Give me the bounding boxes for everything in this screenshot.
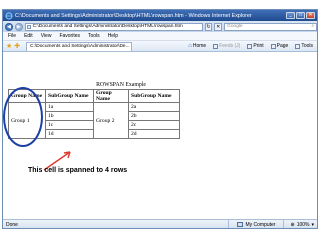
search-icon[interactable]: ⌕ xyxy=(311,24,314,30)
status-text: Done xyxy=(6,221,18,228)
menu-file[interactable]: File xyxy=(8,33,16,39)
group2-cell: Group 2 xyxy=(93,102,129,139)
feeds-label: Feeds (J) xyxy=(219,43,241,49)
home-icon: ⌂ xyxy=(188,42,192,49)
menu-help[interactable]: Help xyxy=(108,33,118,39)
table-caption: ROWSPAN Example xyxy=(96,82,146,88)
page-menu-icon xyxy=(270,43,276,49)
subgroup-cell: 1d xyxy=(45,129,94,139)
home-button[interactable]: ⌂ Home xyxy=(188,42,207,50)
stop-button[interactable]: ✕ xyxy=(214,22,223,31)
add-favorites-icon[interactable]: ✚ xyxy=(14,43,20,50)
subgroup-cell: 2a xyxy=(128,102,180,112)
zoom-label: 100% xyxy=(296,221,310,228)
forward-button[interactable]: ▶ xyxy=(14,22,23,31)
subgroup-cell: 2c xyxy=(128,120,180,130)
address-text: C:\Documents and Settings\Administrator\… xyxy=(32,23,183,29)
security-zone[interactable]: My Computer xyxy=(228,220,283,228)
subgroup-cell: 2d xyxy=(128,129,180,139)
print-label: Print xyxy=(253,43,264,49)
page-icon xyxy=(26,24,31,29)
feeds-icon xyxy=(213,43,219,49)
subgroup-cell: 1a xyxy=(45,102,94,112)
address-input[interactable]: C:\Documents and Settings\Administrator\… xyxy=(24,22,203,31)
feeds-button[interactable]: Feeds (J) xyxy=(213,43,240,49)
ie-logo-icon xyxy=(5,11,13,20)
header-subgroup-name-2: SubGroup Name xyxy=(128,89,180,103)
window-title: C:\Documents and Settings\Administrator\… xyxy=(15,12,252,19)
zoom-dropdown-icon[interactable]: ▾ xyxy=(311,222,314,228)
subgroup-cell: 1c xyxy=(45,120,94,130)
minimize-button[interactable]: _ xyxy=(286,12,295,19)
menu-favorites[interactable]: Favorites xyxy=(59,33,80,39)
menu-edit[interactable]: Edit xyxy=(24,33,33,39)
refresh-button[interactable]: ↻ xyxy=(204,22,213,31)
header-group-name-2: Group Name xyxy=(93,89,129,103)
tools-button[interactable]: Tools xyxy=(295,43,313,49)
status-bar: Done My Computer ⊕ 100% ▾ xyxy=(3,219,317,228)
search-input[interactable]: Google ⌕ xyxy=(224,22,317,31)
annotation-text: This cell is spanned to 4 rows xyxy=(28,167,128,174)
tools-icon xyxy=(295,43,301,49)
zone-label: My Computer xyxy=(245,221,276,228)
back-button[interactable]: ◀ xyxy=(5,22,13,31)
computer-icon xyxy=(237,222,244,227)
address-bar: ◀ ▶ C:\Documents and Settings\Administra… xyxy=(3,21,317,32)
rowspan-highlight-circle xyxy=(3,87,43,147)
home-label: Home xyxy=(192,43,207,49)
favorites-star-icon[interactable]: ★ xyxy=(6,43,12,50)
tab-close-icon[interactable]: × xyxy=(132,43,133,51)
menu-view[interactable]: View xyxy=(41,33,52,39)
search-placeholder: Google xyxy=(227,23,243,29)
browser-tab[interactable]: C:\Documents and Settings\Administrator\… xyxy=(26,41,133,51)
command-bar: ⌂ Home Feeds (J) Print Page Tools xyxy=(188,42,317,50)
page-content: ROWSPAN Example Group Name SubGroup Name… xyxy=(3,52,317,219)
maximize-button[interactable]: □ xyxy=(296,12,305,19)
print-button[interactable]: Print xyxy=(247,43,264,49)
zoom-icon: ⊕ xyxy=(290,221,295,228)
close-button[interactable]: ✕ xyxy=(306,12,315,19)
menu-bar: File Edit View Favorites Tools Help xyxy=(3,32,317,41)
tools-label: Tools xyxy=(301,43,313,49)
subgroup-cell: 2b xyxy=(128,111,180,121)
header-subgroup-name-1: SubGroup Name xyxy=(45,89,94,103)
tab-label: C:\Documents and Settings\Administrator\… xyxy=(30,43,130,49)
browser-window: C:\Documents and Settings\Administrator\… xyxy=(2,9,318,229)
page-label: Page xyxy=(276,43,289,49)
zoom-control[interactable]: ⊕ 100% ▾ xyxy=(283,220,317,228)
menu-tools[interactable]: Tools xyxy=(88,33,100,39)
print-icon xyxy=(247,43,253,49)
title-bar: C:\Documents and Settings\Administrator\… xyxy=(3,10,317,21)
page-button[interactable]: Page xyxy=(270,43,289,49)
subgroup-cell: 1b xyxy=(45,111,94,121)
favorites-bar: ★ ✚ C:\Documents and Settings\Administra… xyxy=(3,41,317,52)
